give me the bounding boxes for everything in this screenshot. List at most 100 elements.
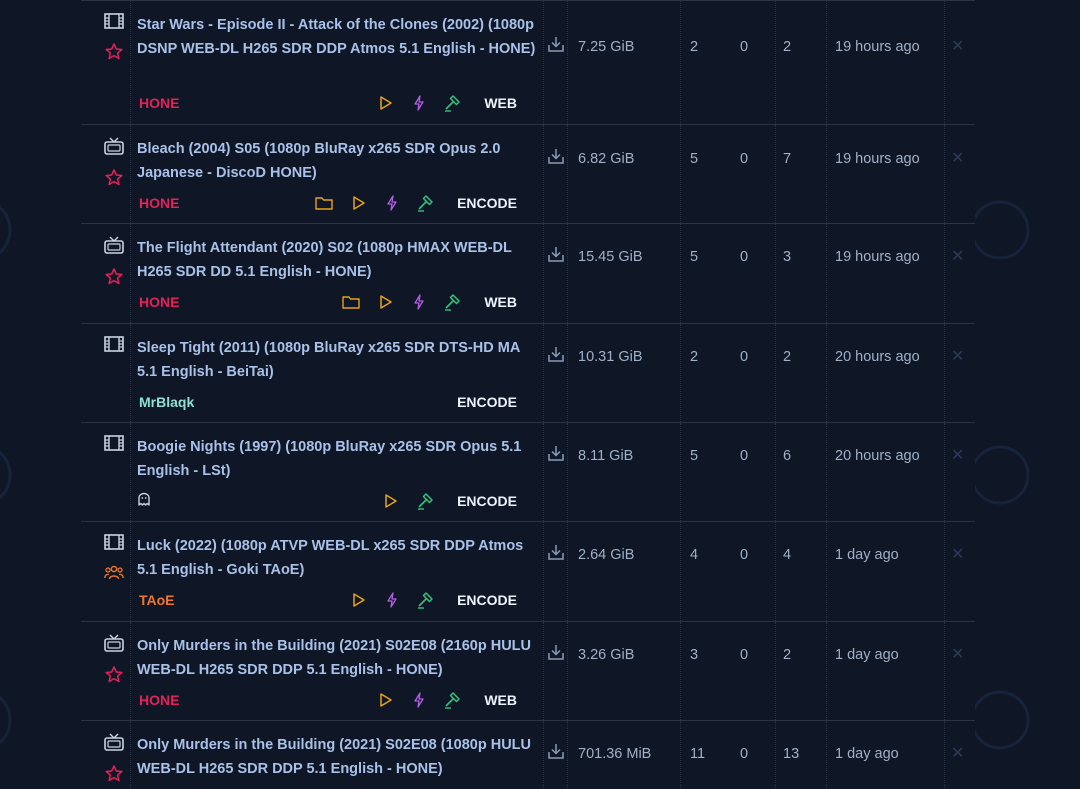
- hammer-icon[interactable]: [417, 591, 435, 609]
- release-group-link[interactable]: MrBlaqk: [139, 394, 194, 410]
- completed-count: 6: [783, 448, 792, 464]
- download-icon[interactable]: [547, 147, 565, 171]
- column-separator: [826, 622, 827, 720]
- torrent-title-link[interactable]: The Flight Attendant (2020) S02 (1080p H…: [137, 236, 539, 284]
- download-icon[interactable]: [547, 643, 565, 667]
- release-group-link[interactable]: HONE: [139, 195, 179, 211]
- torrent-title-link[interactable]: Boogie Nights (1997) (1080p BluRay x265 …: [137, 435, 539, 483]
- tag-list: ENCODE: [351, 591, 517, 609]
- column-separator: [826, 1, 827, 124]
- row-icons: [103, 634, 125, 683]
- column-separator: [680, 622, 681, 720]
- torrent-row: The Flight Attendant (2020) S02 (1080p H…: [81, 223, 975, 323]
- leechers-count: 0: [740, 249, 749, 265]
- column-separator: [775, 1, 776, 124]
- hammer-icon[interactable]: [417, 194, 435, 212]
- star-icon: [105, 43, 123, 60]
- row-icons: [103, 13, 125, 60]
- column-separator: [543, 125, 544, 223]
- column-separator: [826, 224, 827, 323]
- column-separator: [130, 125, 131, 223]
- download-icon[interactable]: [547, 345, 565, 369]
- column-separator: [543, 224, 544, 323]
- play-icon[interactable]: [378, 692, 394, 708]
- close-icon[interactable]: ✕: [951, 643, 964, 667]
- play-icon[interactable]: [378, 294, 394, 310]
- torrent-title-link[interactable]: Only Murders in the Building (2021) S02E…: [137, 733, 539, 781]
- upload-age: 1 day ago: [835, 547, 899, 563]
- file-size: 7.25 GiB: [578, 39, 635, 55]
- play-icon[interactable]: [351, 195, 367, 211]
- file-size: 15.45 GiB: [578, 249, 643, 265]
- bolt-icon[interactable]: [385, 592, 399, 608]
- folder-icon[interactable]: [315, 196, 333, 210]
- hammer-icon[interactable]: [444, 94, 462, 112]
- column-separator: [130, 224, 131, 323]
- release-group-link[interactable]: HONE: [139, 294, 179, 310]
- torrent-meta-line: HONE WEB: [137, 292, 517, 312]
- close-icon[interactable]: ✕: [951, 345, 964, 369]
- upload-age: 20 hours ago: [835, 448, 920, 464]
- bolt-icon[interactable]: [412, 692, 426, 708]
- bolt-icon[interactable]: [385, 195, 399, 211]
- bolt-icon[interactable]: [412, 95, 426, 111]
- users-icon: [104, 564, 124, 580]
- torrent-title-link[interactable]: Only Murders in the Building (2021) S02E…: [137, 634, 539, 682]
- completed-count: 3: [783, 249, 792, 265]
- hammer-icon[interactable]: [417, 492, 435, 510]
- column-separator: [775, 324, 776, 422]
- folder-icon[interactable]: [342, 295, 361, 309]
- file-size: 701.36 MiB: [578, 746, 652, 762]
- download-icon[interactable]: [547, 742, 565, 766]
- film-icon: [104, 435, 124, 451]
- play-icon[interactable]: [351, 592, 367, 608]
- hammer-icon[interactable]: [444, 691, 462, 709]
- download-icon[interactable]: [547, 35, 565, 59]
- column-separator: [775, 721, 776, 789]
- completed-count: 4: [783, 547, 792, 563]
- source-tag-label: ENCODE: [457, 592, 517, 608]
- close-icon[interactable]: ✕: [951, 147, 964, 171]
- release-group-link[interactable]: TAoE: [139, 592, 175, 608]
- star-icon: [105, 268, 123, 285]
- download-icon[interactable]: [547, 543, 565, 567]
- release-group-link[interactable]: HONE: [139, 95, 179, 111]
- close-icon[interactable]: ✕: [951, 742, 964, 766]
- torrent-title-link[interactable]: Luck (2022) (1080p ATVP WEB-DL x265 SDR …: [137, 534, 539, 582]
- bolt-icon[interactable]: [412, 294, 426, 310]
- column-separator: [567, 224, 568, 323]
- download-icon[interactable]: [547, 245, 565, 269]
- torrent-meta-line: HONE ENCODE: [137, 193, 517, 213]
- column-separator: [680, 1, 681, 124]
- close-icon[interactable]: ✕: [951, 35, 964, 59]
- torrent-title-link[interactable]: Bleach (2004) S05 (1080p BluRay x265 SDR…: [137, 137, 539, 185]
- column-separator: [567, 1, 568, 124]
- column-separator: [543, 324, 544, 422]
- upload-age: 1 day ago: [835, 647, 899, 663]
- download-icon[interactable]: [547, 444, 565, 468]
- close-icon[interactable]: ✕: [951, 444, 964, 468]
- play-icon[interactable]: [383, 493, 399, 509]
- play-icon[interactable]: [378, 95, 394, 111]
- seeders-count: 5: [690, 249, 699, 265]
- torrent-row: Star Wars - Episode II - Attack of the C…: [81, 0, 975, 124]
- torrent-meta-line: ENCODE: [137, 491, 517, 511]
- close-icon[interactable]: ✕: [951, 543, 964, 567]
- column-separator: [543, 622, 544, 720]
- torrent-title-link[interactable]: Sleep Tight (2011) (1080p BluRay x265 SD…: [137, 336, 539, 384]
- column-separator: [567, 324, 568, 422]
- column-separator: [826, 423, 827, 521]
- close-icon[interactable]: ✕: [951, 245, 964, 269]
- column-separator: [826, 522, 827, 621]
- torrent-title-link[interactable]: Star Wars - Episode II - Attack of the C…: [137, 13, 539, 61]
- column-separator: [826, 324, 827, 422]
- upload-age: 19 hours ago: [835, 151, 920, 167]
- upload-age: 20 hours ago: [835, 349, 920, 365]
- hammer-icon[interactable]: [444, 293, 462, 311]
- column-separator: [130, 622, 131, 720]
- source-tag-label: WEB: [484, 95, 517, 111]
- completed-count: 2: [783, 647, 792, 663]
- film-icon: [104, 534, 124, 550]
- row-icons: [103, 236, 125, 285]
- release-group-link[interactable]: HONE: [139, 692, 179, 708]
